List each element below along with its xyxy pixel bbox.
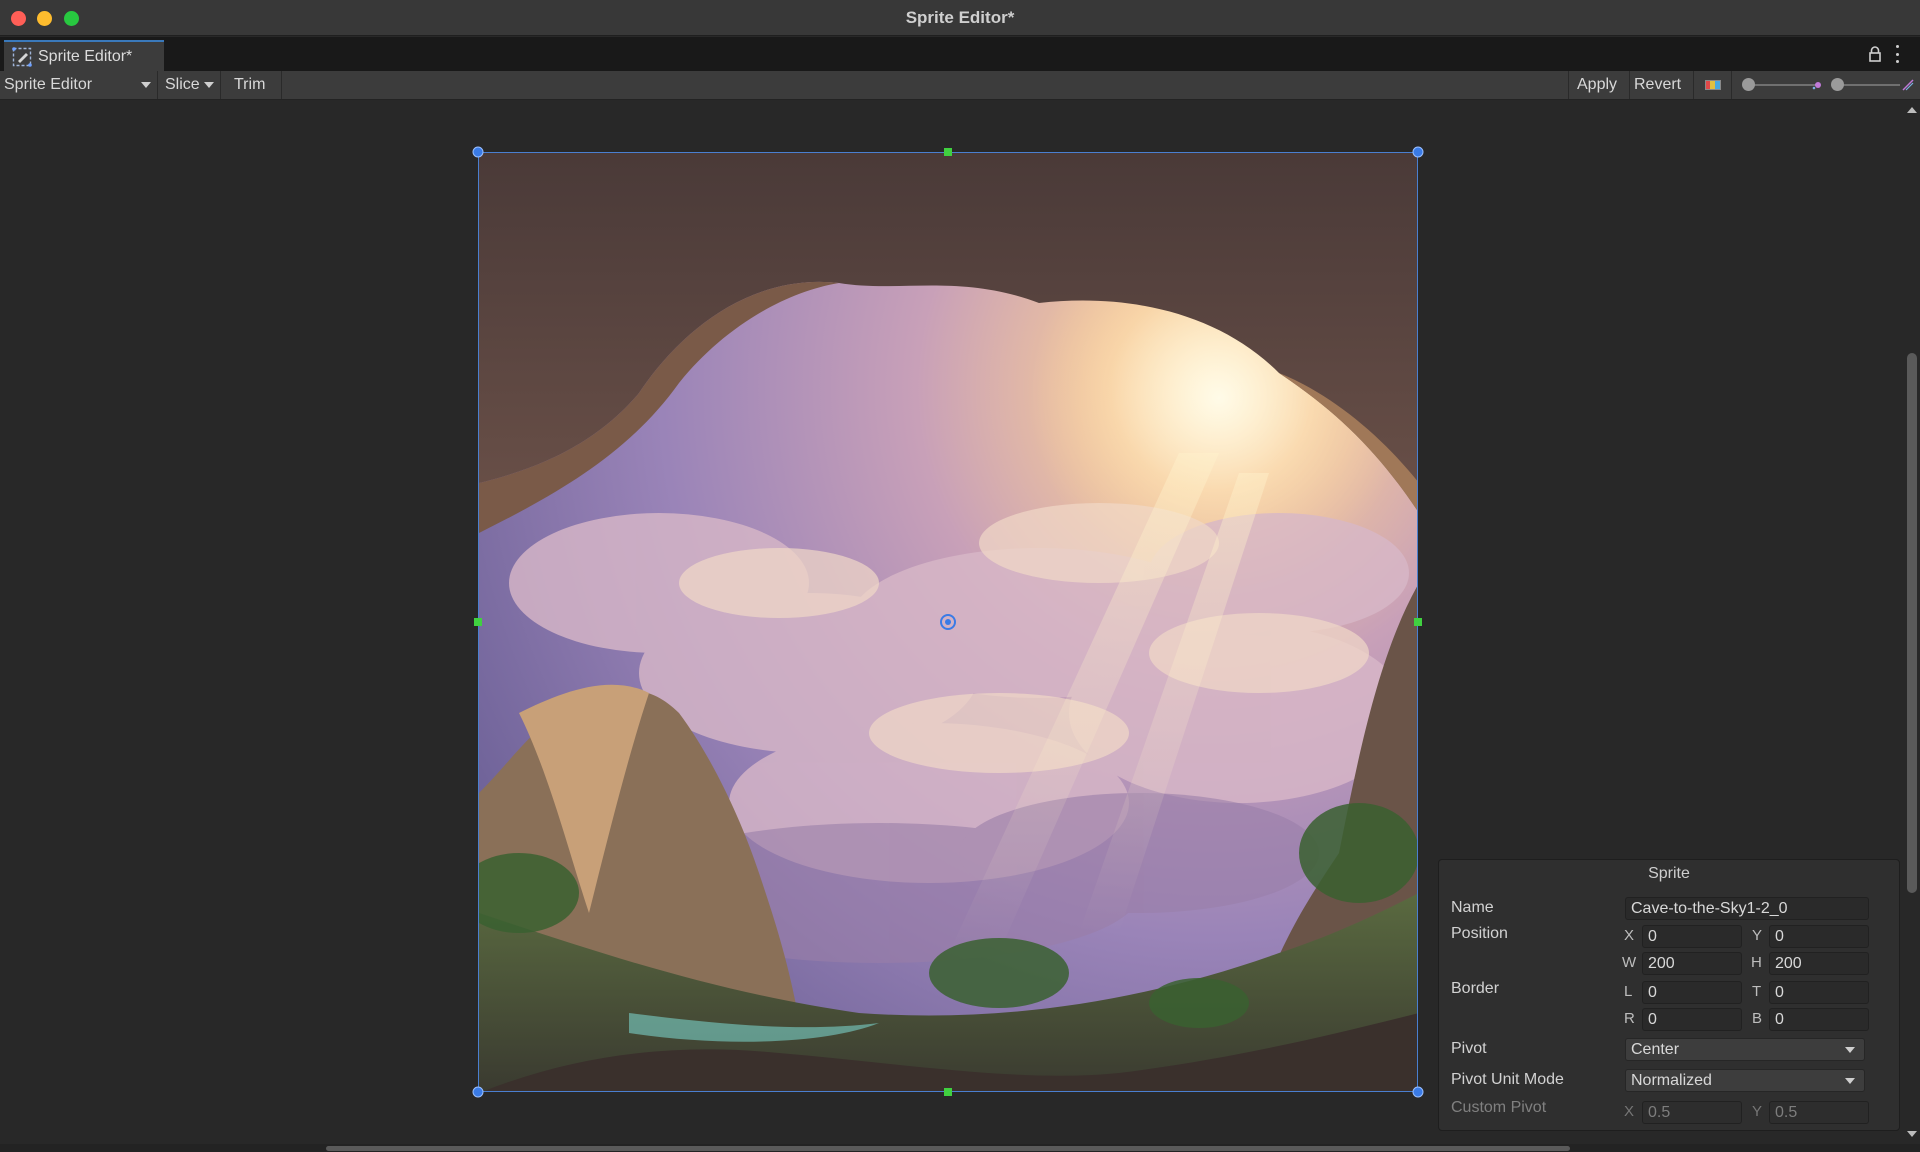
- horizontal-scroll-thumb[interactable]: [326, 1146, 1570, 1151]
- corner-handle-top-left[interactable]: [472, 146, 484, 158]
- position-w-axis-label: W: [1622, 954, 1637, 971]
- sprite-inspector-panel: Sprite Name Cave-to-the-Sky1-2_0 Positio…: [1438, 859, 1900, 1131]
- edge-handle-left[interactable]: [474, 618, 482, 626]
- position-h-field[interactable]: 200: [1769, 952, 1869, 975]
- custom-pivot-x-axis-label: X: [1624, 1103, 1635, 1120]
- tab-bar: Sprite Editor*: [0, 37, 1920, 71]
- slice-dropdown[interactable]: Slice: [159, 71, 221, 99]
- sprite-editor-icon: [12, 46, 32, 67]
- custom-pivot-x-field: 0.5: [1642, 1101, 1742, 1124]
- revert-button[interactable]: Revert: [1630, 71, 1694, 99]
- zoom-slider-track[interactable]: [1748, 84, 1816, 86]
- position-h-axis-label: H: [1751, 954, 1762, 971]
- border-b-field[interactable]: 0: [1769, 1008, 1869, 1031]
- panel-title: Sprite: [1648, 865, 1690, 882]
- apply-button[interactable]: Apply: [1568, 71, 1630, 99]
- corner-handle-bottom-right[interactable]: [1412, 1086, 1424, 1098]
- slice-label: Slice: [165, 76, 200, 93]
- pivot-dropdown[interactable]: Center: [1625, 1038, 1865, 1061]
- editor-mode-dropdown[interactable]: Sprite Editor: [0, 71, 158, 99]
- position-x-axis-label: X: [1624, 927, 1635, 944]
- chevron-down-icon: [141, 82, 151, 88]
- pivot-handle[interactable]: [940, 614, 956, 630]
- mip-slider-track[interactable]: [1838, 84, 1900, 86]
- color-channel-toggle[interactable]: [1694, 71, 1732, 99]
- horizontal-scrollbar[interactable]: [0, 1144, 1920, 1152]
- border-t-axis-label: T: [1752, 983, 1762, 1000]
- pivot-value: Center: [1631, 1041, 1680, 1058]
- trim-button[interactable]: Trim: [222, 71, 282, 99]
- edge-handle-right[interactable]: [1414, 618, 1422, 626]
- editor-mode-label: Sprite Editor: [4, 76, 93, 93]
- sprite-editor-toolbar: Sprite Editor Slice Trim Apply Revert: [0, 71, 1920, 100]
- position-y-field[interactable]: 0: [1769, 925, 1869, 948]
- title-bar: Sprite Editor*: [0, 0, 1920, 36]
- pivot-unit-mode-value: Normalized: [1631, 1072, 1712, 1089]
- window-title: Sprite Editor*: [905, 8, 1015, 27]
- position-y-axis-label: Y: [1752, 927, 1763, 944]
- custom-pivot-label: Custom Pivot: [1451, 1099, 1547, 1116]
- position-w-field[interactable]: 200: [1642, 952, 1742, 975]
- color-channel-icon: [1704, 80, 1721, 90]
- edge-handle-bottom[interactable]: [944, 1088, 952, 1096]
- border-b-axis-label: B: [1752, 1010, 1763, 1027]
- tab-sprite-editor[interactable]: Sprite Editor*: [4, 40, 164, 71]
- border-label: Border: [1451, 980, 1500, 997]
- mip-level-icon: [1812, 82, 1821, 90]
- border-r-axis-label: R: [1624, 1010, 1635, 1027]
- pivot-unit-mode-label: Pivot Unit Mode: [1451, 1071, 1564, 1088]
- zoom-slider-handle[interactable]: [1742, 78, 1755, 91]
- border-l-field[interactable]: 0: [1642, 981, 1742, 1004]
- chevron-down-icon: [204, 82, 214, 88]
- border-r-field[interactable]: 0: [1642, 1008, 1742, 1031]
- scroll-down-icon[interactable]: [1907, 1131, 1917, 1137]
- mip-slider-handle[interactable]: [1831, 78, 1844, 91]
- custom-pivot-y-axis-label: Y: [1752, 1103, 1763, 1120]
- vertical-scroll-thumb[interactable]: [1907, 353, 1917, 893]
- scroll-up-icon[interactable]: [1907, 107, 1917, 113]
- chevron-down-icon: [1845, 1047, 1855, 1053]
- sprite-name-field[interactable]: Cave-to-the-Sky1-2_0: [1625, 897, 1869, 920]
- chevron-down-icon: [1845, 1078, 1855, 1084]
- edge-handle-top[interactable]: [944, 148, 952, 156]
- border-l-axis-label: L: [1624, 983, 1633, 1000]
- tab-label: Sprite Editor*: [38, 47, 133, 65]
- corner-handle-top-right[interactable]: [1412, 146, 1424, 158]
- pivot-label: Pivot: [1451, 1040, 1487, 1057]
- kebab-menu-icon[interactable]: [1894, 45, 1900, 63]
- lock-icon[interactable]: [1868, 46, 1882, 62]
- position-label: Position: [1451, 925, 1508, 942]
- border-t-field[interactable]: 0: [1769, 981, 1869, 1004]
- custom-pivot-y-field: 0.5: [1769, 1101, 1869, 1124]
- pivot-unit-mode-dropdown[interactable]: Normalized: [1625, 1069, 1865, 1092]
- mip-max-icon: [1902, 79, 1914, 91]
- position-x-field[interactable]: 0: [1642, 925, 1742, 948]
- name-label: Name: [1451, 899, 1494, 916]
- corner-handle-bottom-left[interactable]: [472, 1086, 484, 1098]
- vertical-scrollbar[interactable]: [1904, 101, 1920, 1145]
